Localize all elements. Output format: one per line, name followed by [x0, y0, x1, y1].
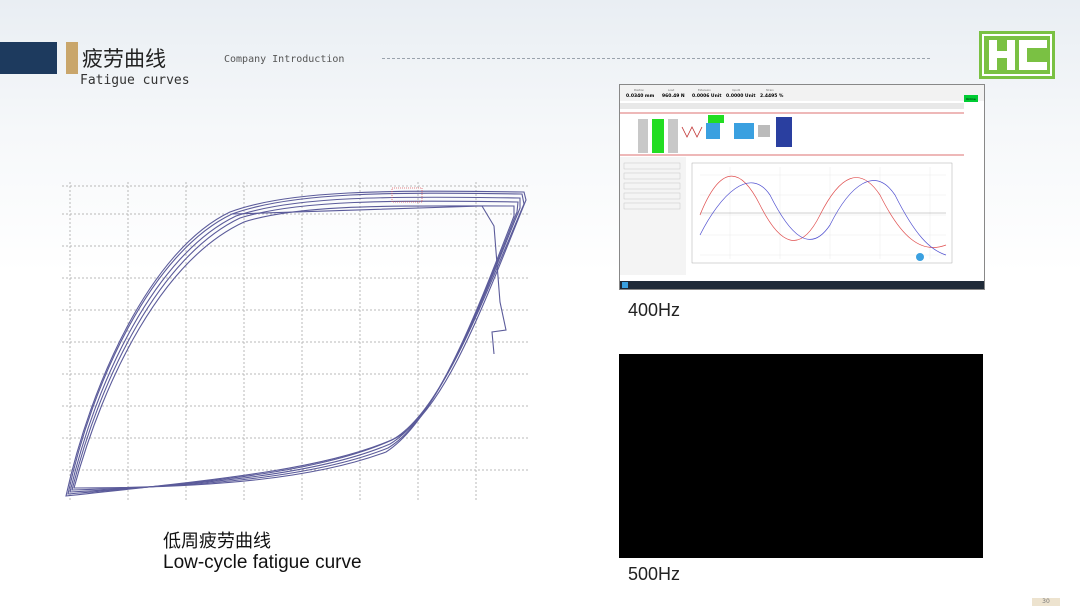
- page-title-en: Fatigue curves: [80, 73, 190, 88]
- readout-extension-label: Extension: [698, 88, 711, 92]
- header-accent-bar: [0, 42, 57, 74]
- readout-position: 0.0340 mm: [626, 93, 655, 99]
- screenshot-canvas: 0.0340 mm 960.49 N 0.0006 Unit 0.0000 Un…: [620, 85, 984, 289]
- figure-caption-cn: 低周疲劳曲线: [163, 531, 271, 552]
- hysteresis-loops: [65, 190, 527, 497]
- figure-caption-en: Low-cycle fatigue curve: [163, 552, 362, 573]
- page-number: 30: [1032, 598, 1060, 606]
- readout-load: 960.49 N: [662, 93, 685, 99]
- readout-extension: 0.0006 Unit: [692, 93, 722, 99]
- company-logo: HC: [979, 31, 1055, 79]
- section-label: Company Introduction: [224, 54, 345, 65]
- label-400hz: 400Hz: [628, 300, 681, 320]
- readout-position-label: Position: [634, 88, 644, 92]
- readout-input1-label: Input1: [732, 88, 741, 92]
- readout-load-label: Load: [668, 88, 675, 92]
- header-gold-bar: [66, 42, 78, 74]
- software-screenshot-400hz: 0.0340 mm 960.49 N 0.0006 Unit 0.0000 Un…: [619, 84, 985, 290]
- video-500hz[interactable]: [619, 354, 983, 558]
- label-500hz: 500Hz: [628, 564, 681, 584]
- readout-strain: 2.4495 %: [760, 93, 784, 99]
- page-title-cn: 疲劳曲线: [82, 47, 166, 71]
- hysteresis-plot: [62, 182, 528, 500]
- header-divider: [382, 58, 930, 59]
- readout-input1: 0.0000 Unit: [726, 93, 756, 99]
- online-button-label: Online: [966, 97, 976, 101]
- readout-strain-label: Strain: [766, 88, 774, 92]
